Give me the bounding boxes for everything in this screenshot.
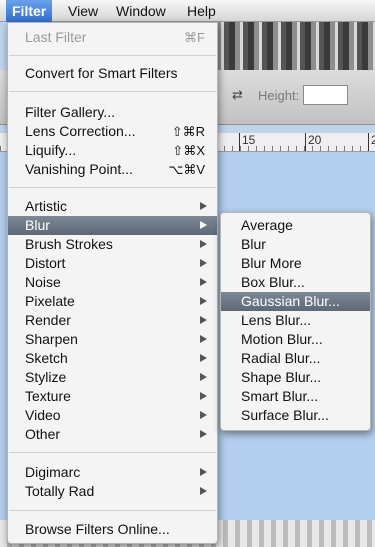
submenu-arrow-icon	[200, 240, 207, 248]
submenu-item-surface-blur[interactable]: Surface Blur...	[221, 406, 370, 425]
menu-separator	[9, 452, 216, 453]
menu-item-label: Filter Gallery...	[25, 104, 115, 120]
submenu-item-blur[interactable]: Blur	[221, 235, 370, 254]
menu-item-label: Texture	[25, 388, 71, 404]
menu-item-sharpen[interactable]: Sharpen	[8, 330, 217, 349]
menu-item-label: Blur	[25, 217, 50, 233]
menu-item-label: Stylize	[25, 369, 67, 385]
submenu-arrow-icon	[200, 411, 207, 419]
submenu-item-shape-blur[interactable]: Shape Blur...	[221, 368, 370, 387]
menu-item-distort[interactable]: Distort	[8, 254, 217, 273]
ruler-tick-label: 20	[305, 133, 321, 151]
swap-arrows-icon[interactable]: ⇄	[232, 87, 243, 103]
submenu-arrow-icon	[200, 487, 207, 495]
menu-item-totally-rad[interactable]: Totally Rad	[8, 482, 217, 501]
menu-item-label: Noise	[25, 274, 61, 290]
menu-item-vanishing-point[interactable]: Vanishing Point... ⌥⌘V	[8, 160, 217, 179]
menu-item-label: Liquify...	[25, 142, 77, 158]
blur-submenu: Average Blur Blur More Box Blur... Gauss…	[220, 212, 371, 431]
menu-item-label: Pixelate	[25, 293, 75, 309]
menu-item-label: Distort	[25, 255, 66, 271]
submenu-arrow-icon	[200, 202, 207, 210]
menu-item-label: Render	[25, 312, 71, 328]
menu-item-convert-smart-filters[interactable]: Convert for Smart Filters	[8, 64, 217, 83]
menu-separator	[9, 510, 216, 511]
menu-item-label: Last Filter	[25, 29, 87, 45]
height-label: Height:	[258, 88, 300, 103]
menu-item-digimarc[interactable]: Digimarc	[8, 463, 217, 482]
menu-item-video[interactable]: Video	[8, 406, 217, 425]
submenu-item-gaussian-blur[interactable]: Gaussian Blur...	[221, 292, 370, 311]
submenu-arrow-icon	[200, 297, 207, 305]
menu-item-filter-gallery[interactable]: Filter Gallery...	[8, 103, 217, 122]
menu-item-other[interactable]: Other	[8, 425, 217, 444]
submenu-item-radial-blur[interactable]: Radial Blur...	[221, 349, 370, 368]
shortcut-label: ⌥⌘V	[168, 162, 205, 177]
menu-item-liquify[interactable]: Liquify... ⇧⌘X	[8, 141, 217, 160]
menu-item-brush-strokes[interactable]: Brush Strokes	[8, 235, 217, 254]
menu-item-stylize[interactable]: Stylize	[8, 368, 217, 387]
submenu-item-average[interactable]: Average	[221, 216, 370, 235]
filter-menu: Last Filter ⌘F Convert for Smart Filters…	[7, 22, 218, 544]
menu-item-lens-correction[interactable]: Lens Correction... ⇧⌘R	[8, 122, 217, 141]
menu-item-label: Brush Strokes	[25, 236, 113, 252]
menu-item-label: Lens Correction...	[25, 123, 136, 139]
menu-item-noise[interactable]: Noise	[8, 273, 217, 292]
menubar-filter[interactable]: Filter	[6, 0, 53, 22]
submenu-arrow-icon	[200, 221, 207, 229]
menu-item-label: Video	[25, 407, 61, 423]
menu-item-render[interactable]: Render	[8, 311, 217, 330]
submenu-item-lens-blur[interactable]: Lens Blur...	[221, 311, 370, 330]
shortcut-label: ⇧⌘X	[172, 143, 205, 158]
submenu-arrow-icon	[200, 278, 207, 286]
menu-item-texture[interactable]: Texture	[8, 387, 217, 406]
menu-item-label: Artistic	[25, 198, 67, 214]
menu-item-label: Convert for Smart Filters	[25, 65, 178, 81]
menu-separator	[9, 187, 216, 188]
submenu-item-motion-blur[interactable]: Motion Blur...	[221, 330, 370, 349]
ruler-tick-label: 15	[239, 133, 255, 151]
menu-item-label: Browse Filters Online...	[25, 521, 170, 537]
submenu-item-box-blur[interactable]: Box Blur...	[221, 273, 370, 292]
submenu-arrow-icon	[200, 354, 207, 362]
menu-item-sketch[interactable]: Sketch	[8, 349, 217, 368]
menu-separator	[9, 91, 216, 92]
menu-item-label: Digimarc	[25, 464, 81, 480]
menubar-view[interactable]: View	[62, 0, 104, 22]
document-thumbnail	[210, 22, 375, 70]
menu-item-label: Totally Rad	[25, 483, 95, 499]
submenu-arrow-icon	[200, 373, 207, 381]
menu-item-blur[interactable]: Blur	[8, 216, 217, 235]
submenu-item-blur-more[interactable]: Blur More	[221, 254, 370, 273]
menu-separator	[9, 55, 216, 56]
menu-item-artistic[interactable]: Artistic	[8, 197, 217, 216]
menu-item-label: Sharpen	[25, 331, 78, 347]
height-input[interactable]	[303, 85, 348, 105]
submenu-arrow-icon	[200, 259, 207, 267]
submenu-item-smart-blur[interactable]: Smart Blur...	[221, 387, 370, 406]
menubar-help[interactable]: Help	[181, 0, 222, 22]
submenu-arrow-icon	[200, 392, 207, 400]
submenu-arrow-icon	[200, 335, 207, 343]
menu-item-browse-filters-online[interactable]: Browse Filters Online...	[8, 520, 217, 539]
submenu-arrow-icon	[200, 468, 207, 476]
ruler-tick-label: 2	[368, 133, 375, 151]
submenu-arrow-icon	[200, 430, 207, 438]
menu-bar: Filter View Window Help	[0, 0, 375, 22]
menu-item-label: Other	[25, 426, 61, 442]
menu-item-label: Sketch	[25, 350, 68, 366]
menubar-window[interactable]: Window	[110, 0, 172, 22]
menu-item-last-filter: Last Filter ⌘F	[8, 28, 217, 47]
submenu-arrow-icon	[200, 316, 207, 324]
menu-item-pixelate[interactable]: Pixelate	[8, 292, 217, 311]
shortcut-label: ⌘F	[184, 30, 205, 45]
menu-item-label: Vanishing Point...	[25, 161, 133, 177]
shortcut-label: ⇧⌘R	[171, 124, 205, 139]
